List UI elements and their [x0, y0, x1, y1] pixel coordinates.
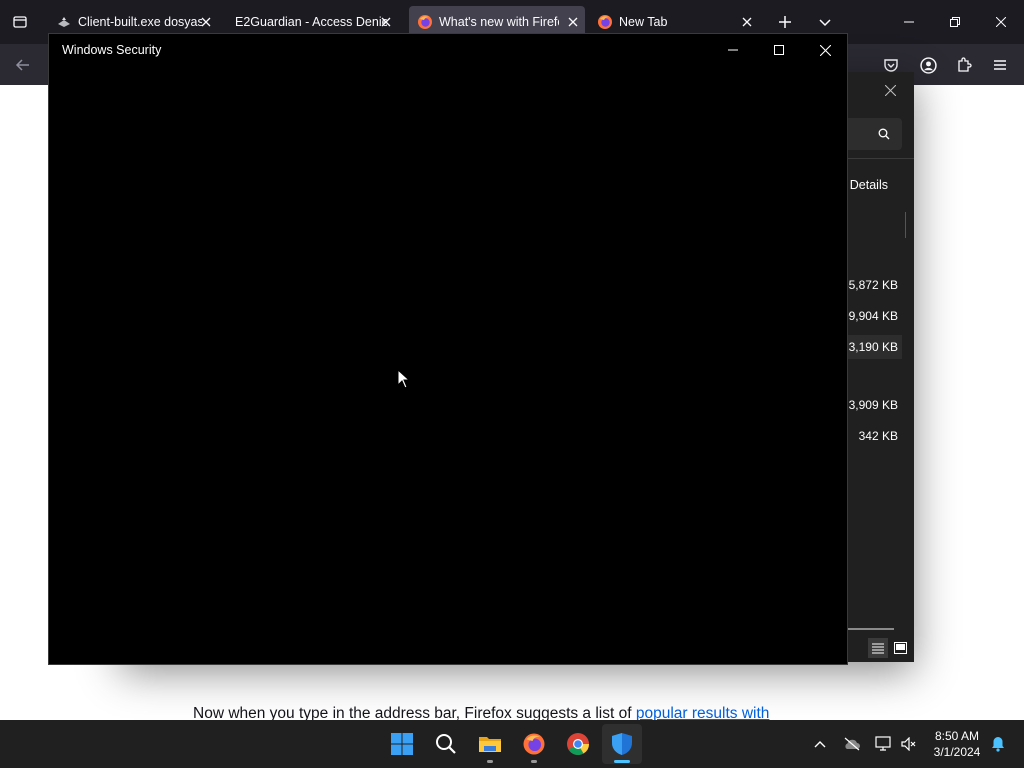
- search-button[interactable]: [426, 724, 466, 764]
- back-button[interactable]: [10, 52, 36, 78]
- tab-list-icon: [13, 16, 27, 28]
- tab-close-icon[interactable]: [565, 14, 581, 30]
- close-icon: [884, 84, 896, 96]
- list-view-button[interactable]: [868, 638, 888, 658]
- page-link[interactable]: popular results with: [636, 705, 770, 720]
- menu-button[interactable]: [987, 52, 1013, 78]
- new-tab-button[interactable]: [773, 10, 797, 34]
- running-indicator: [531, 760, 537, 763]
- file-icon: [58, 17, 70, 27]
- account-button[interactable]: [915, 52, 941, 78]
- search-icon: [878, 128, 890, 140]
- clock-time: 8:50 AM: [934, 729, 980, 743]
- restore-icon: [950, 17, 960, 27]
- taskbar: 8:50 AM 3/1/2024: [0, 720, 1024, 768]
- windows-security-taskbar-button[interactable]: [602, 724, 642, 764]
- tile-view-icon: [893, 642, 907, 654]
- shield-icon: [612, 733, 632, 755]
- task-manager-close-button[interactable]: [878, 78, 902, 102]
- notifications-button[interactable]: [986, 732, 1010, 756]
- tab-close-icon[interactable]: [739, 14, 755, 30]
- close-icon: [996, 17, 1006, 27]
- windows-logo-icon: [391, 733, 413, 755]
- list-view-icon: [872, 643, 884, 654]
- close-window-button[interactable]: [978, 0, 1024, 44]
- minimize-icon: [904, 21, 914, 23]
- clock-date: 3/1/2024: [933, 745, 981, 759]
- firefox-taskbar-button[interactable]: [514, 724, 554, 764]
- close-icon: [819, 44, 831, 56]
- puzzle-icon: [958, 57, 972, 72]
- tab-title: New Tab: [619, 15, 668, 29]
- chevron-down-icon: [819, 19, 831, 27]
- restore-button[interactable]: [932, 0, 978, 44]
- file-explorer-button[interactable]: [470, 724, 510, 764]
- tab-title: What's new with Firefox: [439, 15, 559, 29]
- page-body-text: Now when you type in the address bar, Fi…: [193, 704, 853, 720]
- back-arrow-icon: [15, 59, 29, 71]
- start-button[interactable]: [382, 724, 422, 764]
- running-indicator: [487, 760, 493, 763]
- system-clock[interactable]: 8:50 AM 3/1/2024: [924, 728, 990, 760]
- page-paragraph: Now when you type in the address bar, Fi…: [193, 705, 636, 720]
- folder-icon: [479, 737, 501, 752]
- chrome-icon: [567, 733, 589, 755]
- firefox-icon: [523, 733, 545, 755]
- running-indicator: [614, 760, 630, 763]
- hamburger-icon: [994, 60, 1006, 70]
- show-hidden-icons-button[interactable]: [808, 732, 832, 756]
- tab-close-icon[interactable]: [198, 14, 214, 30]
- minimize-button[interactable]: [886, 0, 932, 44]
- tab-close-icon[interactable]: [378, 14, 394, 30]
- minimize-icon: [728, 49, 738, 51]
- firefox-view-button[interactable]: [8, 10, 32, 34]
- firefox-icon: [598, 15, 612, 29]
- windows-security-window: Windows Security: [48, 33, 848, 665]
- search-icon: [436, 734, 456, 754]
- close-window-button[interactable]: [802, 34, 848, 66]
- tab-title: E2Guardian - Access Denied: [235, 15, 387, 29]
- bell-icon: [992, 737, 1004, 752]
- cloud-offline-icon: [844, 737, 860, 751]
- tab-title: Client-built.exe dosyası: [78, 15, 202, 29]
- maximize-button[interactable]: [756, 34, 802, 66]
- window-title: Windows Security: [62, 43, 162, 57]
- mouse-pointer-icon: [397, 369, 411, 389]
- list-all-tabs-button[interactable]: [813, 10, 837, 34]
- speaker-muted-icon: [901, 737, 916, 751]
- plus-icon: [779, 16, 791, 28]
- tray-app-button[interactable]: [840, 732, 864, 756]
- network-button[interactable]: [872, 732, 896, 756]
- maximize-icon: [774, 45, 784, 55]
- chevron-up-icon: [814, 741, 826, 748]
- pocket-icon: [884, 59, 898, 72]
- network-icon: [875, 736, 891, 751]
- column-separator[interactable]: [905, 212, 906, 238]
- details-tab[interactable]: Details: [850, 178, 888, 192]
- account-icon: [919, 56, 937, 74]
- firefox-icon: [418, 15, 432, 29]
- horizontal-scrollbar[interactable]: [848, 628, 894, 630]
- minimize-button[interactable]: [710, 34, 756, 66]
- volume-button[interactable]: [897, 732, 921, 756]
- extensions-button[interactable]: [951, 52, 977, 78]
- tile-view-button[interactable]: [890, 638, 910, 658]
- chrome-taskbar-button[interactable]: [558, 724, 598, 764]
